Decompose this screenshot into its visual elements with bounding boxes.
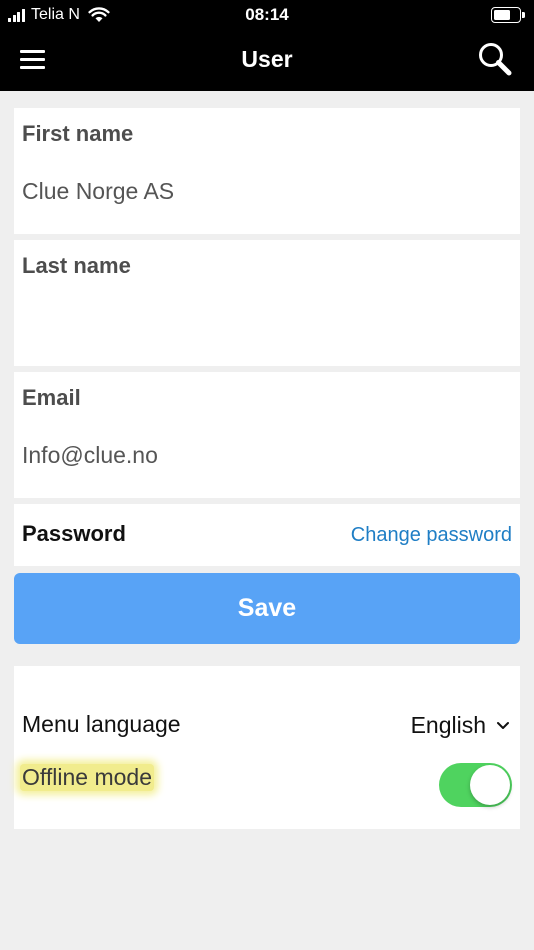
- last-name-field[interactable]: Last name: [14, 240, 520, 366]
- password-row: Password Change password: [14, 504, 520, 566]
- password-label: Password: [22, 521, 126, 546]
- offline-mode-label: Offline mode: [20, 764, 154, 791]
- chevron-down-icon: [497, 722, 509, 729]
- nav-bar: User: [0, 30, 534, 91]
- first-name-field[interactable]: First name Clue Norge AS: [14, 108, 520, 234]
- settings-card: Menu language English Offline mode: [14, 666, 520, 829]
- first-name-input[interactable]: Clue Norge AS: [22, 178, 174, 205]
- menu-language-value: English: [410, 711, 486, 738]
- email-field[interactable]: Email Info@clue.no: [14, 372, 520, 498]
- last-name-input[interactable]: [22, 310, 502, 340]
- toggle-knob: [470, 765, 510, 805]
- first-name-label: First name: [22, 121, 134, 146]
- save-button[interactable]: Save: [14, 573, 520, 644]
- search-icon[interactable]: [476, 40, 514, 78]
- email-label: Email: [22, 385, 81, 410]
- menu-language-label: Menu language: [22, 711, 181, 737]
- offline-mode-toggle[interactable]: [439, 763, 512, 807]
- menu-language-select[interactable]: English: [411, 710, 510, 740]
- change-password-link[interactable]: Change password: [351, 524, 512, 547]
- last-name-label: Last name: [22, 253, 131, 278]
- battery-icon: [491, 7, 525, 23]
- status-bar: Telia N 08:14: [0, 0, 534, 30]
- email-input[interactable]: Info@clue.no: [22, 442, 158, 469]
- page-title: User: [241, 46, 293, 72]
- status-time: 08:14: [245, 5, 289, 24]
